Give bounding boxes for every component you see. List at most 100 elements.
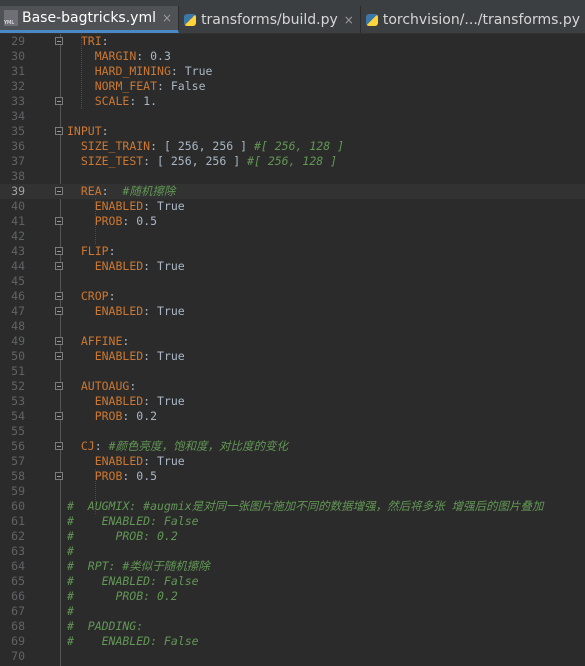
code-line[interactable]: 58 PROB: 0.5 xyxy=(0,469,585,484)
code-line[interactable]: 40 ENABLED: True xyxy=(0,199,585,214)
fold-marker-icon[interactable] xyxy=(55,472,63,480)
line-number: 67 xyxy=(11,604,25,618)
fold-marker-icon[interactable] xyxy=(55,262,63,270)
fold-marker-icon[interactable] xyxy=(55,382,63,390)
line-number: 31 xyxy=(11,64,25,78)
code-line[interactable]: 30 MARGIN: 0.3 xyxy=(0,49,585,64)
code-line[interactable]: 42 xyxy=(0,229,585,244)
close-icon[interactable]: × xyxy=(162,11,172,25)
yaml-value: True xyxy=(150,349,185,363)
yaml-comment: # xyxy=(67,604,74,618)
tab-0[interactable]: Base-bagtricks.yml × xyxy=(0,6,180,33)
code-text: # xyxy=(67,604,74,619)
code-line[interactable]: 34 xyxy=(0,109,585,124)
code-line[interactable]: 60 # AUGMIX: #augmix是对同一张图片施加不同的数据增强，然后将多… xyxy=(0,499,585,514)
fold-marker-icon[interactable] xyxy=(55,217,63,225)
code-line[interactable]: 29 TRI: xyxy=(0,34,585,49)
code-line[interactable]: 53 ENABLED: True xyxy=(0,394,585,409)
line-number: 37 xyxy=(11,154,25,168)
line-number: 51 xyxy=(11,364,25,378)
fold-marker-icon[interactable] xyxy=(55,127,63,135)
code-line[interactable]: 52 AUTOAUG: xyxy=(0,379,585,394)
code-line[interactable]: 49 AFFINE: xyxy=(0,334,585,349)
code-line[interactable]: 47 ENABLED: True xyxy=(0,304,585,319)
code-line[interactable]: 45 xyxy=(0,274,585,289)
line-number: 63 xyxy=(11,544,25,558)
fold-marker-icon[interactable] xyxy=(55,337,63,345)
code-line[interactable]: 50 ENABLED: True xyxy=(0,349,585,364)
code-line[interactable]: 32 NORM_FEAT: False xyxy=(0,79,585,94)
code-line[interactable]: 65 # ENABLED: False xyxy=(0,574,585,589)
code-line[interactable]: 69 # ENABLED: False xyxy=(0,634,585,649)
fold-marker-icon[interactable] xyxy=(55,412,63,420)
code-line[interactable]: 46 CROP: xyxy=(0,289,585,304)
close-icon[interactable]: × xyxy=(344,13,354,27)
code-line[interactable]: 41 PROB: 0.5 xyxy=(0,214,585,229)
code-line[interactable]: 51 xyxy=(0,364,585,379)
code-line[interactable]: 37 SIZE_TEST: [ 256, 256 ] #[ 256, 128 ] xyxy=(0,154,585,169)
code-text: ENABLED: True xyxy=(67,199,185,214)
indent-guide xyxy=(95,469,96,514)
yaml-colon: : xyxy=(101,34,109,48)
line-number: 49 xyxy=(11,334,25,348)
code-text: # xyxy=(67,544,74,559)
tab-2[interactable]: torchvision/.../transforms.py× xyxy=(361,6,585,33)
code-line[interactable]: 56 CJ: #颜色亮度，饱和度，对比度的变化 xyxy=(0,439,585,454)
fold-marker-icon[interactable] xyxy=(55,292,63,300)
code-line[interactable]: 59 xyxy=(0,484,585,499)
code-line[interactable]: 57 ENABLED: True xyxy=(0,454,585,469)
code-text: SIZE_TRAIN: [ 256, 256 ] #[ 256, 128 ] xyxy=(67,139,344,154)
code-line[interactable]: 44 ENABLED: True xyxy=(0,259,585,274)
code-line[interactable]: 55 xyxy=(0,424,585,439)
code-line[interactable]: 54 PROB: 0.2 xyxy=(0,409,585,424)
tab-1[interactable]: transforms/build.py × xyxy=(179,6,361,33)
code-line[interactable]: 36 SIZE_TRAIN: [ 256, 256 ] #[ 256, 128 … xyxy=(0,139,585,154)
fold-marker-icon[interactable] xyxy=(55,247,63,255)
code-line[interactable]: 35 INPUT: xyxy=(0,124,585,139)
code-text: ENABLED: True xyxy=(67,454,185,469)
code-line[interactable]: 61 # ENABLED: False xyxy=(0,514,585,529)
line-number: 55 xyxy=(11,424,25,438)
code-text: PROB: 0.5 xyxy=(67,469,157,484)
line-number: 47 xyxy=(11,304,25,318)
fold-marker-icon[interactable] xyxy=(55,307,63,315)
yaml-key: REA xyxy=(80,184,102,198)
yaml-key: INPUT xyxy=(67,124,102,138)
fold-marker-icon[interactable] xyxy=(55,187,63,195)
yaml-value: 0.5 xyxy=(129,214,158,228)
yaml-comment: # PROB: 0.2 xyxy=(67,529,178,543)
yaml-key: SIZE_TRAIN xyxy=(80,139,151,153)
line-number: 65 xyxy=(11,574,25,588)
code-line[interactable]: 39 REA: #随机擦除 xyxy=(0,184,585,199)
code-line[interactable]: 64 # RPT: #类似于随机擦除 xyxy=(0,559,585,574)
yaml-value: 1. xyxy=(136,94,158,108)
fold-marker-icon[interactable] xyxy=(55,442,63,450)
code-line[interactable]: 33 SCALE: 1. xyxy=(0,94,585,109)
code-text: ENABLED: True xyxy=(67,349,185,364)
code-line[interactable]: 62 # PROB: 0.2 xyxy=(0,529,585,544)
code-line[interactable]: 38 xyxy=(0,169,585,184)
code-line[interactable]: 68 # PADDING: xyxy=(0,619,585,634)
code-editor[interactable]: 29 TRI: 30 MARGIN: 0.3 31 HARD_MINING: Tru… xyxy=(0,34,585,666)
code-line[interactable]: 43 FLIP: xyxy=(0,244,585,259)
yaml-key: SIZE_TEST xyxy=(80,154,144,168)
code-line[interactable]: 66 # PROB: 0.2 xyxy=(0,589,585,604)
code-line[interactable]: 48 xyxy=(0,319,585,334)
fold-marker-icon[interactable] xyxy=(55,352,63,360)
editor-tab-bar: Base-bagtricks.yml×transforms/build.py×t… xyxy=(0,6,585,34)
code-text: # ENABLED: False xyxy=(67,514,199,529)
code-line[interactable]: 67 # xyxy=(0,604,585,619)
code-line[interactable]: 31 HARD_MINING: True xyxy=(0,64,585,79)
line-number: 66 xyxy=(11,589,25,603)
line-number: 61 xyxy=(11,514,25,528)
fold-marker-icon[interactable] xyxy=(55,37,63,45)
line-number: 70 xyxy=(11,649,25,663)
yaml-key: PROB xyxy=(94,214,123,228)
code-line[interactable]: 70 xyxy=(0,649,585,664)
fold-marker-icon[interactable] xyxy=(55,97,63,105)
code-text: # ENABLED: False xyxy=(67,634,199,649)
code-line[interactable]: 63 # xyxy=(0,544,585,559)
